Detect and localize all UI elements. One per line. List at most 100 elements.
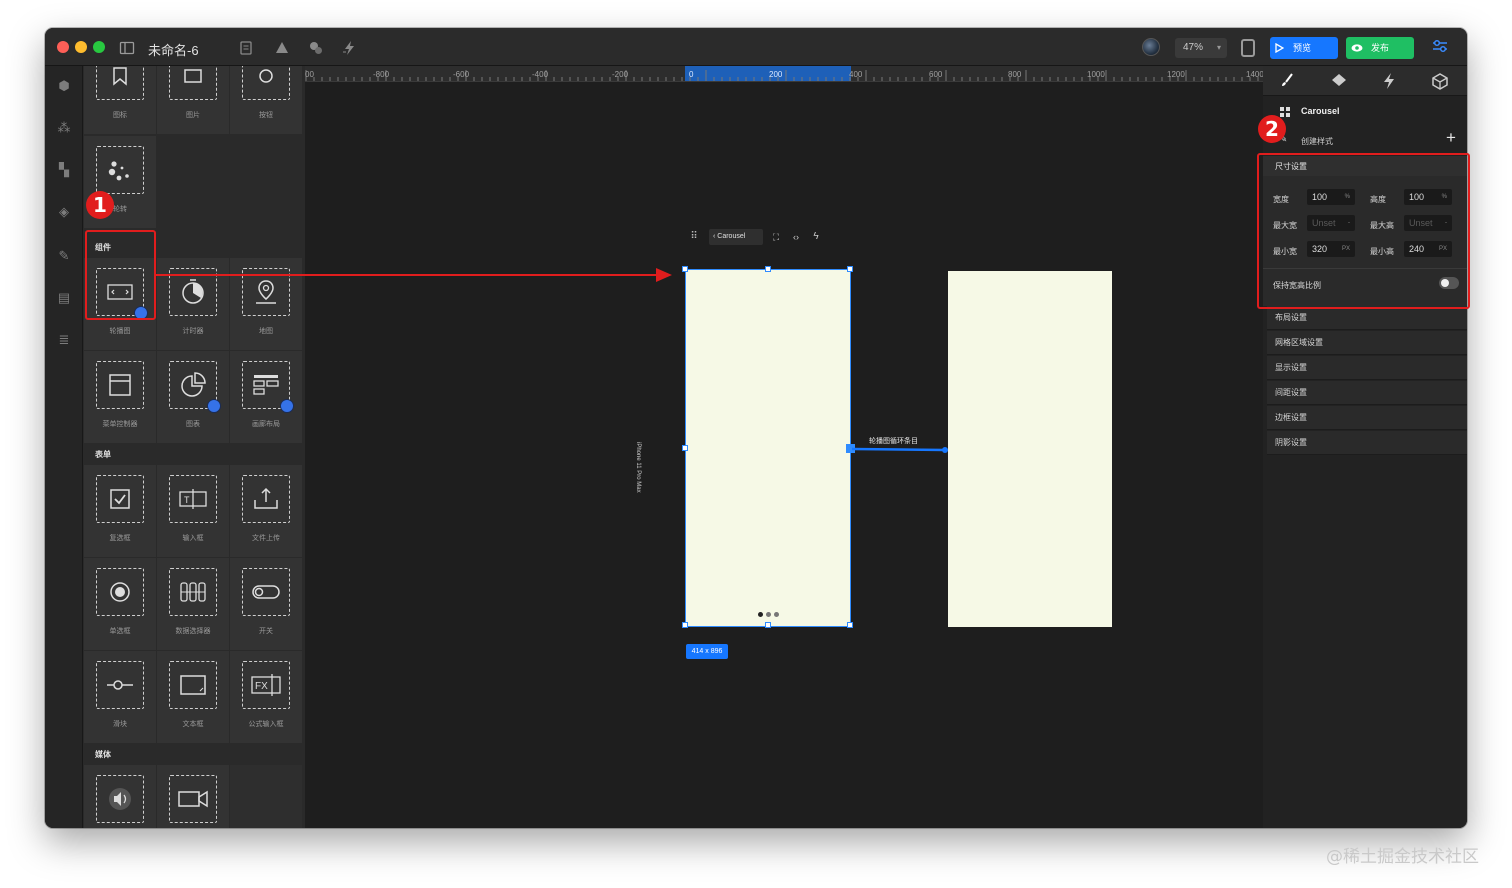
- accordion-grid-area-settings[interactable]: 网格区域设置: [1267, 331, 1467, 355]
- accordion-shadow-settings[interactable]: 阴影设置: [1267, 431, 1467, 455]
- annotation-highlight-carousel-tile: [85, 230, 156, 320]
- sidebar-toggle-icon[interactable]: [119, 40, 135, 56]
- tile-label: 按钮: [259, 112, 273, 119]
- artboard-carousel-item[interactable]: [948, 271, 1112, 627]
- expand-icon[interactable]: ⛶: [769, 229, 783, 245]
- tile-label: 数据选择器: [175, 628, 211, 635]
- formula-icon: FX: [242, 661, 290, 709]
- device-frame-icon[interactable]: [1241, 39, 1255, 57]
- eye-icon: [1351, 44, 1363, 52]
- tile-input[interactable]: T 输入框: [157, 465, 229, 557]
- watermark: @稀土掘金技术社区: [1326, 847, 1479, 867]
- resize-handle[interactable]: [847, 622, 853, 628]
- accordion-layout-settings[interactable]: 布局设置: [1267, 306, 1467, 330]
- resize-handle[interactable]: [682, 266, 688, 272]
- maximize-window-button[interactable]: [93, 41, 105, 53]
- text-input-icon: T: [169, 475, 217, 523]
- tile-file-upload[interactable]: 文件上传: [230, 465, 302, 557]
- resize-handle[interactable]: [682, 622, 688, 628]
- tile-label: 轮播图: [109, 328, 131, 335]
- tile-checkbox[interactable]: 复选框: [84, 465, 156, 557]
- carousel-pagination-dots[interactable]: [756, 612, 780, 618]
- list-icon[interactable]: ≣: [55, 332, 73, 348]
- triangle-icon[interactable]: [274, 40, 290, 56]
- tile-radio[interactable]: 单选框: [84, 558, 156, 650]
- pin-icon[interactable]: ✎: [55, 248, 73, 264]
- drag-handle-icon[interactable]: ⠿: [687, 229, 701, 245]
- tab-data-cube-icon[interactable]: [1428, 72, 1452, 90]
- lightning-sparkle-icon[interactable]: [341, 40, 357, 56]
- settings-sliders-icon[interactable]: [1429, 38, 1451, 58]
- components-icon[interactable]: ⁂: [55, 120, 73, 136]
- pages-icon[interactable]: ▤: [55, 290, 73, 306]
- resize-handle[interactable]: [765, 266, 771, 272]
- video-camera-icon: [169, 775, 217, 823]
- tab-style-brush-icon[interactable]: [1275, 72, 1299, 90]
- tile-data-picker[interactable]: 数据选择器: [157, 558, 229, 650]
- create-style-label: 创建样式: [1301, 137, 1333, 146]
- svg-text:T: T: [184, 495, 190, 505]
- code-icon[interactable]: ‹›: [788, 229, 804, 245]
- tile-label: 文本框: [182, 721, 204, 728]
- tile-label: 图标: [113, 112, 127, 119]
- tile-video[interactable]: 视频: [157, 765, 229, 828]
- add-style-plus-icon[interactable]: +: [1443, 129, 1459, 146]
- resize-handle[interactable]: [682, 445, 688, 451]
- lightning-icon[interactable]: ϟ: [809, 229, 823, 245]
- tile-slider[interactable]: 滑块: [84, 651, 156, 743]
- tile-formula-input[interactable]: FX 公式输入框: [230, 651, 302, 743]
- tile-audio[interactable]: 音频: [84, 765, 156, 828]
- user-avatar[interactable]: [1142, 38, 1160, 56]
- radio-icon: [96, 568, 144, 616]
- horizontal-ruler: 00 -800 -600 -400 -200 0 200 400 600 800…: [305, 66, 1263, 82]
- resize-handle[interactable]: [765, 622, 771, 628]
- publish-button[interactable]: 发布: [1346, 37, 1414, 59]
- pagination-dot[interactable]: [774, 612, 779, 617]
- pie-chart-icon: [169, 361, 221, 413]
- accordion-spacing-settings[interactable]: 间距设置: [1267, 381, 1467, 405]
- preview-button[interactable]: 预览: [1270, 37, 1338, 59]
- annotation-highlight-size-settings: [1257, 153, 1470, 309]
- database-badge-icon: [280, 399, 294, 413]
- shapes-icon[interactable]: [308, 40, 324, 56]
- parent-select-button[interactable]: ‹ Carousel: [709, 229, 763, 245]
- artboard-carousel-selected[interactable]: [682, 266, 855, 628]
- document-title: 未命名-6: [148, 43, 199, 58]
- tile-image[interactable]: 图片: [157, 66, 229, 134]
- blocks-icon[interactable]: ▚: [55, 162, 73, 178]
- tile-label: 菜单控制器: [102, 421, 138, 428]
- tile-menu-controller[interactable]: 菜单控制器: [84, 351, 156, 443]
- tile-textarea[interactable]: 文本框: [157, 651, 229, 743]
- page-icon[interactable]: [238, 40, 254, 56]
- tile-chart[interactable]: 图表: [157, 351, 229, 443]
- ruler-tick-label: 00: [305, 70, 314, 79]
- ruler-tick-label: 600: [929, 70, 943, 79]
- left-icon-rail: ⬢ ⁂ ▚ ◈ ✎ ▤ ≣: [45, 66, 83, 828]
- minimize-window-button[interactable]: [75, 41, 87, 53]
- tile-label: 复选框: [109, 535, 131, 542]
- tab-component-icon[interactable]: [1327, 72, 1351, 90]
- button-icon: [242, 66, 290, 100]
- design-canvas[interactable]: 00 -800 -600 -400 -200 0 200 400 600 800…: [305, 66, 1263, 828]
- database-badge-icon: [207, 399, 221, 413]
- tile-label: 滑块: [113, 721, 127, 728]
- cube-icon[interactable]: ⬢: [55, 78, 73, 94]
- tile-label: 单选框: [109, 628, 131, 635]
- close-window-button[interactable]: [57, 41, 69, 53]
- ruler-tick-label: -400: [532, 70, 549, 79]
- tile-gallery-layout[interactable]: 画廊布局: [230, 351, 302, 443]
- tile-switch[interactable]: 开关: [230, 558, 302, 650]
- ruler-tick-label: 1000: [1087, 70, 1105, 79]
- tile-button[interactable]: 按钮: [230, 66, 302, 134]
- tile-label: 开关: [259, 628, 273, 635]
- pagination-dot[interactable]: [766, 612, 771, 617]
- accordion-border-settings[interactable]: 边框设置: [1267, 406, 1467, 430]
- data-picker-icon: [169, 568, 217, 616]
- zoom-select[interactable]: 47% ▾: [1175, 38, 1227, 58]
- resize-handle[interactable]: [847, 266, 853, 272]
- tab-interaction-lightning-icon[interactable]: [1377, 72, 1401, 90]
- accordion-display-settings[interactable]: 显示设置: [1267, 356, 1467, 380]
- layers-icon[interactable]: ◈: [55, 204, 73, 220]
- tile-icon[interactable]: 图标: [84, 66, 156, 134]
- pagination-dot-active[interactable]: [758, 612, 763, 617]
